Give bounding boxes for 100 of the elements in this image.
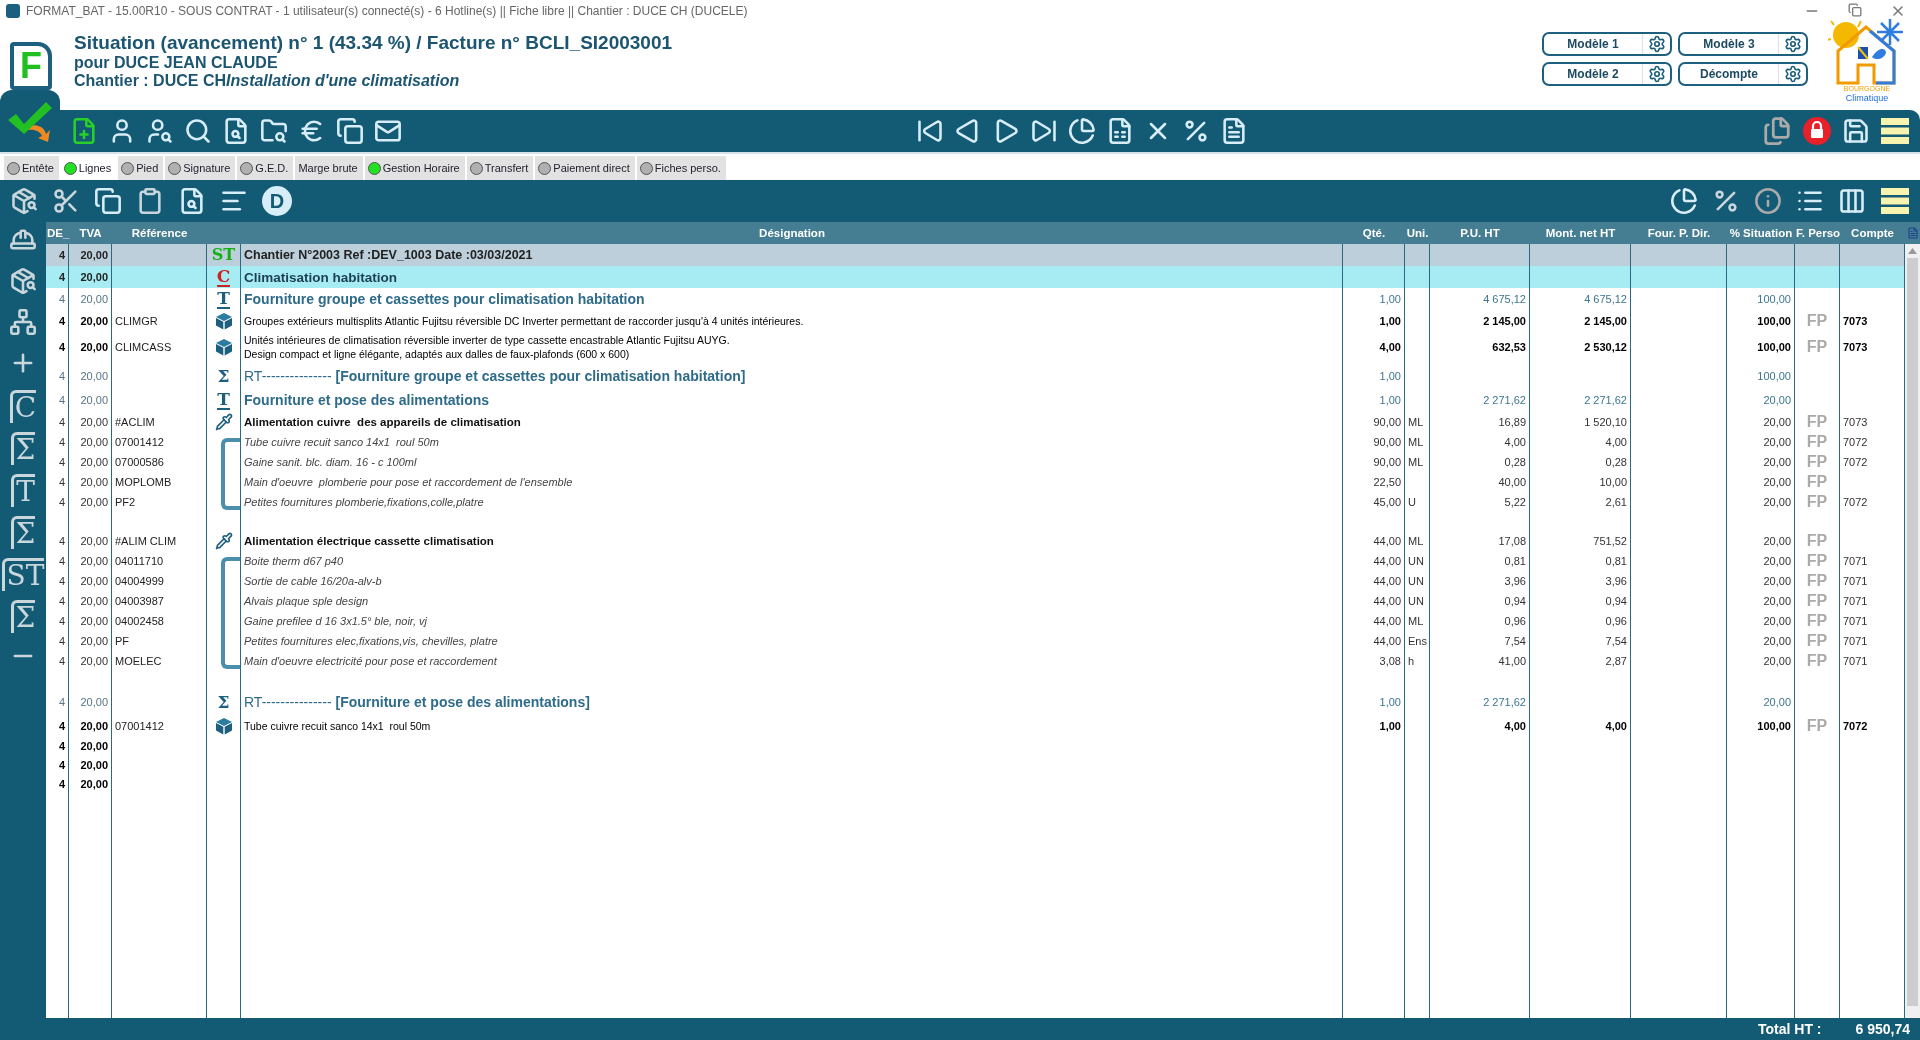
column-header[interactable]: Uni.	[1405, 227, 1430, 239]
column-header[interactable]: Compte	[1840, 227, 1905, 239]
cube-icon[interactable]	[10, 187, 38, 215]
table-cell: ML	[1408, 456, 1424, 468]
menu-icon[interactable]	[1880, 186, 1910, 216]
percent-icon[interactable]	[1182, 117, 1210, 145]
info-icon[interactable]	[1754, 187, 1782, 215]
column-header[interactable]: P.U. HT	[1430, 227, 1530, 239]
file-plus-icon[interactable]	[70, 117, 98, 145]
table-cell: 100,00	[1757, 719, 1791, 732]
copy-icon[interactable]	[94, 187, 122, 215]
table-cell: Alvais plaque sple design	[244, 595, 369, 607]
first-icon[interactable]	[916, 117, 944, 145]
column-header[interactable]: Désignation	[241, 227, 1343, 239]
scrollbar[interactable]	[1905, 244, 1920, 1018]
lock-icon[interactable]	[1802, 116, 1832, 146]
tab[interactable]: Pied	[118, 156, 164, 180]
transfer-icon[interactable]	[1762, 116, 1792, 146]
save-icon[interactable]	[1842, 117, 1870, 145]
table-cell: 100,00	[1757, 293, 1791, 305]
package-search-icon[interactable]	[9, 267, 37, 295]
table-cell: 20,00	[1763, 635, 1791, 647]
fp-badge[interactable]: FP	[1806, 433, 1828, 451]
tab[interactable]: Entête	[4, 156, 59, 180]
column-header[interactable]: % Situation	[1727, 227, 1795, 239]
percent-icon[interactable]	[1712, 187, 1740, 215]
fp-badge[interactable]: FP	[1806, 632, 1828, 650]
copy-icon[interactable]	[336, 117, 364, 145]
table-cell: 0,28	[1605, 456, 1627, 468]
file-search-icon[interactable]	[178, 187, 206, 215]
document-icon[interactable]	[1220, 117, 1248, 145]
file-search-icon[interactable]	[222, 117, 250, 145]
fp-badge[interactable]: FP	[1806, 716, 1828, 735]
sidebar-tool[interactable]: Σ	[10, 432, 36, 465]
column-header[interactable]: TVA	[69, 227, 112, 239]
column-header[interactable]: Référence	[112, 227, 207, 239]
tree-icon[interactable]	[9, 308, 37, 336]
menu-icon[interactable]	[1880, 116, 1910, 146]
chart-icon[interactable]	[1670, 187, 1698, 215]
cut-icon[interactable]	[52, 187, 80, 215]
table-cell: 1,00	[1379, 314, 1401, 327]
validate-icon[interactable]	[6, 100, 54, 142]
table-cell: 44,00	[1373, 595, 1401, 607]
spreadsheet-icon[interactable]	[1106, 117, 1134, 145]
close-icon[interactable]	[1890, 3, 1906, 19]
model-button[interactable]: Modèle 2	[1542, 62, 1672, 86]
table-cell: 40,00	[1498, 476, 1526, 488]
columns-icon[interactable]	[1838, 187, 1866, 215]
last-icon[interactable]	[1030, 117, 1058, 145]
fp-badge[interactable]: FP	[1806, 592, 1828, 610]
table-cell: #ACLIM	[115, 415, 155, 428]
fp-badge[interactable]: FP	[1806, 531, 1828, 550]
fp-badge[interactable]: FP	[1806, 473, 1828, 491]
column-header[interactable]: F. Perso	[1795, 227, 1840, 239]
column-header[interactable]: Four. P. Dir.	[1631, 227, 1727, 239]
tab[interactable]: Marge brute	[295, 156, 363, 180]
column-header[interactable]: Qté.	[1343, 227, 1405, 239]
fp-badge[interactable]: FP	[1806, 572, 1828, 590]
pipette-icon	[214, 531, 233, 550]
model-button[interactable]: Décompte	[1678, 62, 1808, 86]
tab[interactable]: Paiement direct	[535, 156, 635, 180]
restore-icon[interactable]	[1848, 3, 1862, 17]
sidebar-tool[interactable]: Σ	[10, 600, 36, 633]
tab[interactable]: Gestion Horaire	[364, 156, 465, 180]
fp-badge[interactable]: FP	[1806, 412, 1828, 431]
tab[interactable]: Fiches perso.	[636, 156, 726, 180]
table-cell: 04011710	[115, 555, 164, 567]
paste-icon[interactable]	[136, 187, 164, 215]
table-cell: 4	[58, 758, 65, 771]
fp-badge[interactable]: FP	[1806, 453, 1828, 471]
table-cell: ML	[1408, 436, 1424, 448]
table-cell: 20,00	[80, 415, 108, 428]
tab[interactable]: Signature	[165, 156, 236, 180]
sidebar-tool[interactable]: C	[9, 390, 37, 423]
line-type-icon: Σ	[217, 693, 230, 711]
tab[interactable]: G.E.D.	[237, 156, 294, 180]
fp-badge[interactable]: FP	[1806, 652, 1828, 670]
table-cell: 4	[58, 555, 65, 567]
user-search-icon[interactable]	[146, 117, 174, 145]
folder-search-icon[interactable]	[260, 117, 288, 145]
search-icon[interactable]	[184, 117, 212, 145]
fp-badge[interactable]: FP	[1806, 493, 1828, 511]
table-cell: 100,00	[1757, 341, 1791, 353]
tab[interactable]: Transfert	[466, 156, 534, 180]
fp-badge[interactable]: FP	[1806, 311, 1828, 330]
sidebar-tool[interactable]: Σ	[10, 516, 36, 549]
letter-button[interactable]: D	[262, 186, 292, 216]
model-button[interactable]: Modèle 1	[1542, 32, 1672, 56]
model-button[interactable]: Modèle 3	[1678, 32, 1808, 56]
mail-icon[interactable]	[374, 117, 402, 145]
fp-badge[interactable]: FP	[1806, 612, 1828, 630]
chart-icon[interactable]	[1068, 117, 1096, 145]
sidebar-tool[interactable]: T	[11, 474, 35, 507]
column-header[interactable]: Mont. net HT	[1530, 227, 1631, 239]
table-cell: ML	[1408, 615, 1424, 627]
table-cell: 20,00	[1763, 456, 1791, 468]
column-header[interactable]: DE_	[46, 227, 69, 239]
total-value: 6 950,74	[1855, 1021, 1910, 1037]
fp-badge[interactable]: FP	[1806, 552, 1828, 570]
fp-badge[interactable]: FP	[1806, 338, 1828, 356]
